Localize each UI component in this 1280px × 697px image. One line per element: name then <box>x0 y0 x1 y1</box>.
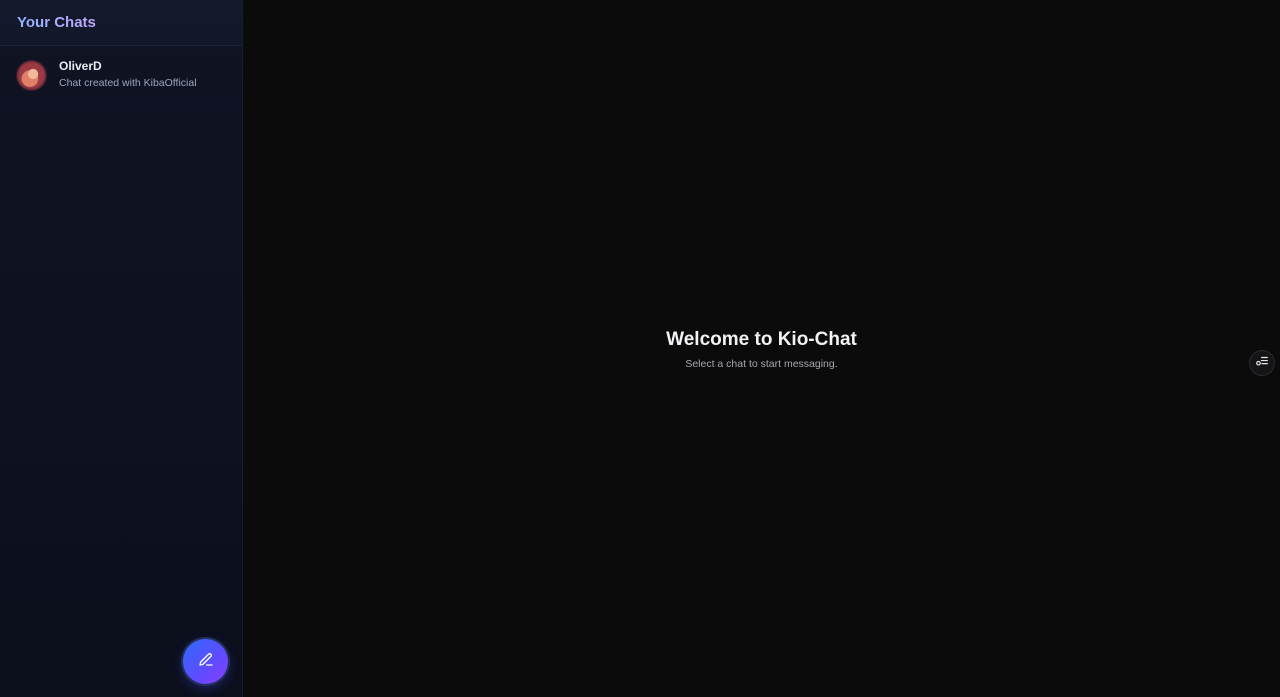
avatar <box>16 59 47 91</box>
chat-preview: Chat created with KibaOfficial <box>59 77 197 89</box>
sidebar-title: Your Chats <box>17 14 96 31</box>
welcome-title: Welcome to Kio-Chat <box>666 329 857 350</box>
new-chat-button[interactable] <box>183 639 228 684</box>
panel-toggle-button[interactable] <box>1249 350 1275 376</box>
welcome-subtitle: Select a chat to start messaging. <box>685 358 838 370</box>
chat-name: OliverD <box>59 59 102 73</box>
pencil-icon <box>197 650 215 673</box>
chat-list-item[interactable]: OliverD Chat created with KibaOfficial <box>0 59 242 91</box>
main-panel: Welcome to Kio-Chat Select a chat to sta… <box>243 0 1280 697</box>
chat-text: OliverD Chat created with KibaOfficial <box>59 59 197 91</box>
settings-list-icon <box>1255 354 1269 373</box>
chat-list: OliverD Chat created with KibaOfficial <box>0 46 242 91</box>
sidebar-header: Your Chats <box>0 0 242 46</box>
sidebar: Your Chats OliverD Chat created with Kib… <box>0 0 243 697</box>
app-root: Your Chats OliverD Chat created with Kib… <box>0 0 1280 697</box>
welcome-section: Welcome to Kio-Chat Select a chat to sta… <box>243 328 1280 370</box>
